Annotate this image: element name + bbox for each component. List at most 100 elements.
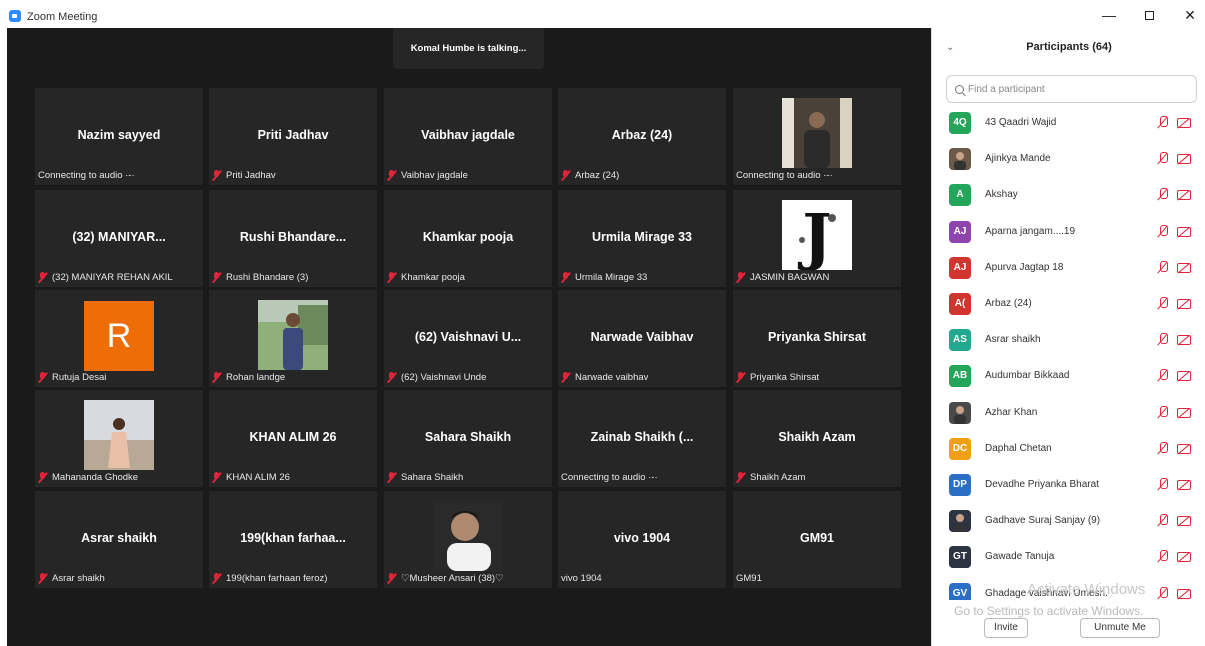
profile-photo — [433, 501, 503, 571]
video-tile[interactable]: Zainab Shaikh (... Connecting to audio ·-… — [558, 390, 726, 487]
mic-muted-icon — [736, 272, 745, 283]
participants-panel: ⌄ Participants (64) Find a participant 4… — [931, 28, 1205, 646]
tile-name-label: KHAN ALIM 26 — [212, 472, 290, 483]
video-tile[interactable]: GM91 GM91 — [733, 491, 901, 588]
tile-name-label: Sahara Shaikh — [387, 472, 463, 483]
participant-search-input[interactable]: Find a participant — [946, 75, 1197, 103]
tile-name-label: Asrar shaikh — [38, 573, 105, 584]
unmute-me-button[interactable]: Unmute Me — [1080, 618, 1160, 638]
video-off-icon — [1177, 480, 1191, 490]
tile-label-text: vivo 1904 — [561, 573, 602, 584]
participant-row[interactable]: AB Audumbar Bikkaad — [932, 363, 1205, 399]
maximize-button[interactable] — [1136, 5, 1162, 25]
video-off-icon — [1177, 154, 1191, 165]
avatar: AS — [949, 329, 971, 352]
activate-windows-hint: Go to Settings to activate Windows. — [954, 604, 1144, 618]
participant-display-name: Urmila Mirage 33 — [591, 230, 693, 244]
participant-display-name: vivo 1904 — [613, 531, 671, 545]
video-tile[interactable]: (62) Vaishnavi U... (62) Vaishnavi Unde — [384, 290, 552, 387]
tile-label-text: Rohan landge — [226, 372, 286, 383]
participant-row[interactable]: DC Daphal Chetan — [932, 436, 1205, 472]
participant-display-name: KHAN ALIM 26 — [249, 430, 337, 444]
video-tile[interactable]: Arbaz (24) Arbaz (24) — [558, 88, 726, 185]
participant-row[interactable]: Azhar Khan — [932, 400, 1205, 436]
close-button[interactable]: ✕ — [1177, 5, 1203, 25]
video-tile[interactable]: Shaikh Azam Shaikh Azam — [733, 390, 901, 487]
mic-muted-icon — [1157, 152, 1169, 166]
tile-name-label: (62) Vaishnavi Unde — [387, 372, 486, 383]
participant-row[interactable]: AJ Aparna jangam....19 — [932, 219, 1205, 255]
tile-name-label: Arbaz (24) — [561, 170, 619, 181]
video-tile[interactable]: Mahananda Ghodke — [35, 390, 203, 487]
tile-label-text: Rutuja Desai — [52, 372, 107, 383]
participant-display-name: (62) Vaishnavi U... — [414, 330, 522, 344]
tile-name-label: vivo 1904 — [561, 573, 602, 584]
tile-name-label: Rohan landge — [212, 372, 285, 383]
participant-list[interactable]: 4Q 43 Qaadri Wajid Ajinkya Mande A Akshay AJ A… — [932, 110, 1205, 600]
mic-muted-icon — [1157, 369, 1169, 383]
tile-label-text: Priyanka Shirsat — [750, 372, 820, 383]
participant-row[interactable]: A(Arbaz (24) — [932, 291, 1205, 327]
video-tile[interactable]: Rushi Bhandare... Rushi Bhandare (3) — [209, 190, 377, 287]
participant-row[interactable]: Gadhave Suraj Sanjay (9) — [932, 508, 1205, 544]
participant-display-name: Nazim sayyed — [77, 128, 161, 142]
video-tile[interactable]: Priyanka Shirsat Priyanka Shirsat — [733, 290, 901, 387]
mic-muted-icon — [1157, 224, 1169, 239]
tile-label-text: Vaibhav jagdale — [401, 170, 468, 181]
video-tile[interactable]: vivo 1904 vivo 1904 — [558, 491, 726, 588]
participant-name: Daphal Chetan — [985, 442, 1052, 454]
video-tile[interactable]: 199(khan farhaa... 199(khan farhaan feroz… — [209, 491, 377, 588]
minimize-button[interactable]: — — [1096, 5, 1122, 25]
tile-name-label: Connecting to audio ·-· — [736, 170, 833, 181]
video-tile[interactable]: KHAN ALIM 26 KHAN ALIM 26 — [209, 390, 377, 487]
mic-muted-icon — [212, 472, 221, 483]
video-tile[interactable]: Narwade Vaibhav Narwade vaibhav — [558, 290, 726, 387]
video-tile[interactable]: Asrar shaikh Asrar shaikh — [35, 491, 203, 588]
video-tile[interactable]: Rohan landge — [209, 290, 377, 387]
participant-row[interactable]: AS Asrar shaikh — [932, 327, 1205, 363]
invite-button[interactable]: Invite — [984, 618, 1028, 638]
participant-row[interactable]: Ajinkya Mande — [932, 146, 1205, 182]
video-tile[interactable]: Khamkar pooja Khamkar pooja — [384, 190, 552, 287]
mic-muted-icon — [38, 472, 47, 483]
profile-photo: J — [782, 200, 852, 273]
tile-label-text: JASMIN BAGWAN — [750, 272, 830, 283]
meeting-gallery-view: Komal Humbe is talking... Nazim sayyed Co… — [7, 28, 931, 646]
search-placeholder: Find a participant — [968, 83, 1045, 95]
profile-photo — [84, 400, 154, 470]
participant-row[interactable]: A Akshay — [932, 182, 1205, 218]
tile-name-label: Urmila Mirage 33 — [561, 272, 647, 283]
participant-row[interactable]: DP Devadhe Priyanka Bharat — [932, 472, 1205, 508]
zoom-logo-icon — [9, 10, 21, 22]
video-tile[interactable]: (32) MANIYAR... (32) MANIYAR REHAN AKIL — [35, 190, 203, 287]
avatar: AJ — [949, 220, 971, 243]
video-tile[interactable]: Nazim sayyed Connecting to audio ·-· — [35, 88, 203, 185]
video-tile[interactable]: Connecting to audio ·-· — [733, 88, 901, 185]
participant-row[interactable]: 4Q 43 Qaadri Wajid — [932, 110, 1205, 146]
tile-name-label: (32) MANIYAR REHAN AKIL — [38, 272, 173, 283]
participant-display-name: GM91 — [799, 531, 835, 545]
video-off-icon — [1177, 407, 1191, 418]
window-title: Zoom Meeting — [27, 11, 98, 23]
participant-display-name: Zainab Shaikh (... — [590, 430, 694, 444]
participant-display-name: Priyanka Shirsat — [768, 330, 866, 344]
mic-muted-icon — [38, 272, 47, 283]
participant-row[interactable]: AJ Apurva Jagtap 18 — [932, 255, 1205, 291]
tile-label-text: Asrar shaikh — [52, 573, 105, 584]
title-bar: Zoom Meeting — ✕ — [0, 0, 1205, 28]
tile-label-text: Connecting to audio ·-· — [38, 170, 135, 181]
participant-name: Gawade Tanuja — [985, 551, 1055, 563]
video-tile[interactable]: Sahara Shaikh Sahara Shaikh — [384, 390, 552, 487]
participant-row[interactable]: GT Gawade Tanuja — [932, 544, 1205, 580]
mic-muted-icon — [387, 372, 396, 383]
video-tile[interactable]: R Rutuja Desai — [35, 290, 203, 387]
video-tile[interactable]: Urmila Mirage 33 Urmila Mirage 33 — [558, 190, 726, 287]
participant-display-name: Rushi Bhandare... — [239, 230, 347, 244]
tile-label-text: (32) MANIYAR REHAN AKIL — [52, 272, 173, 283]
video-tile[interactable]: Vaibhav jagdale Vaibhav jagdale — [384, 88, 552, 185]
video-tile[interactable]: Priti Jadhav Priti Jadhav — [209, 88, 377, 185]
video-tile[interactable]: ♡Musheer Ansari (38)♡ — [384, 491, 552, 588]
activate-windows-title: Activate Windows — [1027, 581, 1146, 598]
video-tile[interactable]: J JASMIN BAGWAN — [733, 190, 901, 287]
participant-display-name: Arbaz (24) — [611, 128, 673, 142]
